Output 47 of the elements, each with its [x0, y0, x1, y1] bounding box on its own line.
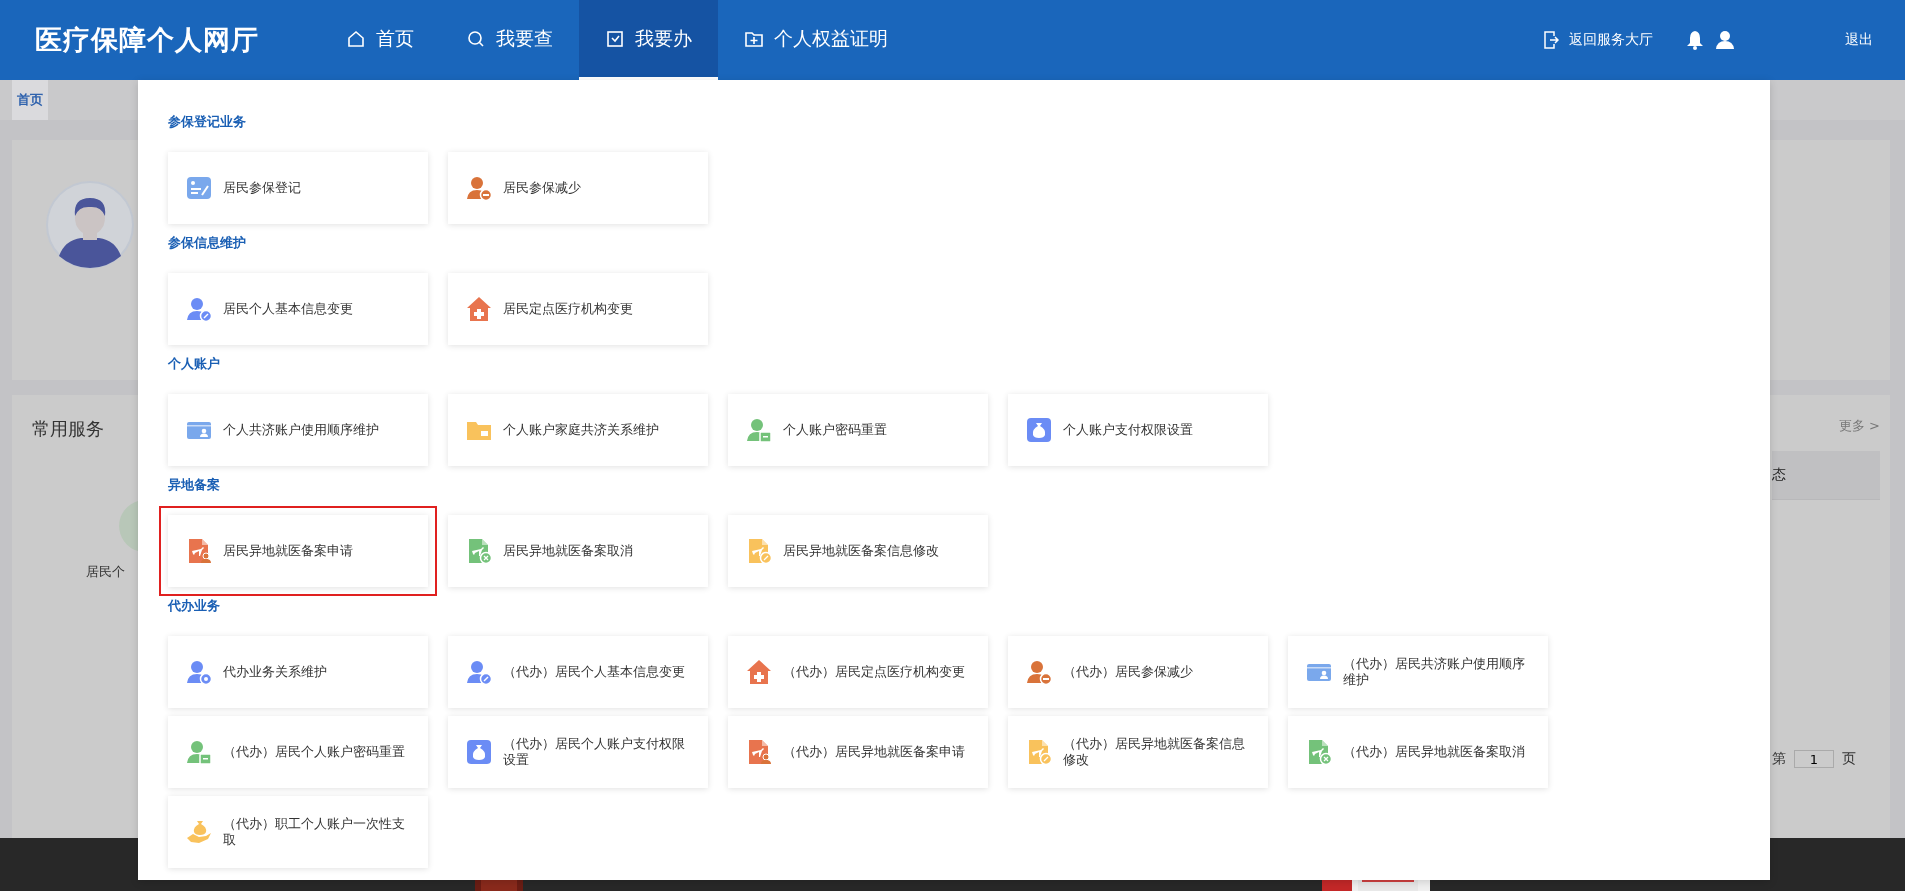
exit-icon: [1543, 31, 1559, 49]
section-title: 个人账户: [168, 355, 221, 373]
house-cross-icon: [466, 296, 492, 322]
service-icon: [119, 501, 138, 551]
service-label[interactable]: 居民个: [86, 563, 125, 581]
breadcrumb-tab[interactable]: 首页: [12, 80, 48, 120]
nav-tab[interactable]: 我要查: [440, 0, 579, 80]
document-person-icon: [186, 538, 212, 564]
nav-tab[interactable]: 我要办: [579, 0, 718, 80]
hand-money-bag-icon: [186, 819, 212, 845]
site-logo: 医疗保障个人网厅: [35, 23, 260, 57]
tray-check-icon: [605, 28, 625, 49]
home-icon: [346, 28, 366, 49]
bell-icon: [1685, 30, 1705, 50]
return-link[interactable]: 返回服务大厅: [1543, 31, 1653, 49]
pager-label: 页: [1842, 750, 1856, 768]
user-icon: [1715, 30, 1735, 50]
person-card-icon: [746, 417, 772, 443]
document-edit-icon: [746, 538, 772, 564]
section-title: 代办业务: [168, 597, 221, 615]
nav-tab[interactable]: 个人权益证明: [718, 0, 914, 80]
search-icon: [466, 28, 486, 49]
section-title: 参保信息维护: [168, 234, 247, 252]
section-title: 常用服务: [32, 417, 105, 441]
person-card-icon: [186, 739, 212, 765]
service-card[interactable]: 居民异地就医备案申请: [159, 506, 437, 596]
house-cross-icon: [746, 659, 772, 685]
person-edit-icon: [186, 296, 212, 322]
document-cross-icon: [466, 538, 492, 564]
document-edit-icon: [1026, 739, 1052, 765]
section-title: 异地备案: [168, 476, 221, 494]
pager-label: 第: [1772, 750, 1786, 768]
form-icon: [186, 175, 212, 201]
avatar-icon: [45, 180, 135, 270]
logout-link[interactable]: 退出: [1845, 31, 1873, 49]
money-bag-icon: [1026, 417, 1052, 443]
money-bag-icon: [466, 739, 492, 765]
person-minus-icon: [1026, 659, 1052, 685]
person-minus-icon: [466, 175, 492, 201]
document-cross-icon: [1306, 739, 1332, 765]
person-badge-icon: [186, 659, 212, 685]
table-header: 态: [1772, 451, 1880, 500]
document-person-icon: [746, 739, 772, 765]
person-edit-icon: [466, 659, 492, 685]
nav-tab[interactable]: 首页: [320, 0, 440, 80]
page-input[interactable]: 1: [1794, 750, 1834, 768]
section-title: 参保登记业务: [168, 113, 247, 131]
